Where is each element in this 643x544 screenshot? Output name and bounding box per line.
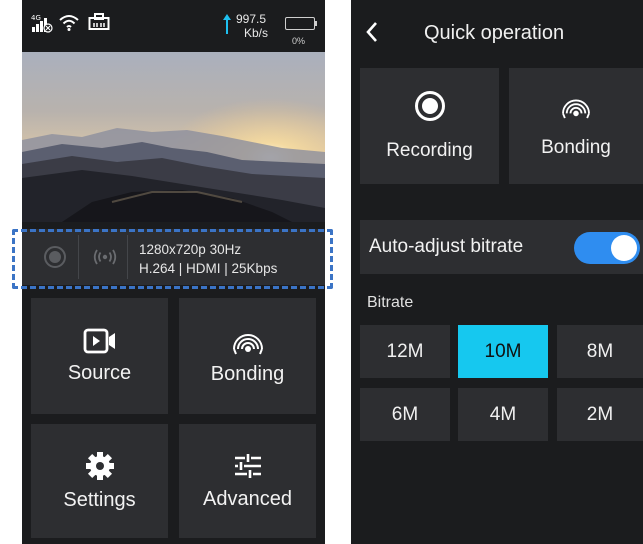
bitrate-option-8m[interactable]: 8M bbox=[557, 325, 643, 378]
recording-button[interactable]: Recording bbox=[360, 68, 499, 184]
source-button[interactable]: Source bbox=[31, 298, 168, 414]
bitrate-option-10m[interactable]: 10M bbox=[458, 325, 548, 378]
bitrate-option-12m[interactable]: 12M bbox=[360, 325, 450, 378]
auto-adjust-label: Auto-adjust bitrate bbox=[369, 236, 524, 257]
bonding-label: Bonding bbox=[541, 137, 611, 158]
upload-rate: 997.5 Kb/s bbox=[236, 12, 268, 40]
advanced-label: Advanced bbox=[203, 487, 292, 510]
toggle-knob bbox=[611, 235, 637, 261]
settings-label: Settings bbox=[63, 488, 136, 511]
quick-operation-screen: Quick operation Recording Bonding Auto-a… bbox=[351, 0, 643, 544]
sliders-icon bbox=[234, 453, 261, 478]
video-preview bbox=[22, 52, 325, 222]
bitrate-option-4m[interactable]: 4M bbox=[458, 388, 548, 441]
video-camera-icon bbox=[83, 328, 115, 353]
cellular-4g-icon: 4G bbox=[31, 12, 53, 39]
bonding-signal-icon bbox=[562, 99, 590, 119]
bonding-button[interactable]: Bonding bbox=[509, 68, 643, 184]
upload-rate-unit: Kb/s bbox=[244, 26, 269, 40]
auto-adjust-row: Auto-adjust bitrate bbox=[360, 220, 643, 274]
recording-label: Recording bbox=[386, 140, 473, 161]
wifi-icon bbox=[58, 12, 80, 37]
network-badge-text: 4G bbox=[31, 14, 41, 22]
highlight-box bbox=[12, 229, 333, 289]
bitrate-option-2m[interactable]: 2M bbox=[557, 388, 643, 441]
battery-icon bbox=[285, 17, 315, 30]
advanced-button[interactable]: Advanced bbox=[179, 424, 316, 538]
bitrate-option-6m[interactable]: 6M bbox=[360, 388, 450, 441]
battery-percent: 0% bbox=[292, 36, 306, 46]
record-icon bbox=[414, 91, 445, 121]
header: Quick operation bbox=[351, 0, 643, 66]
bonding-label: Bonding bbox=[210, 362, 285, 385]
bitrate-section-label: Bitrate bbox=[367, 294, 414, 311]
source-label: Source bbox=[67, 361, 132, 384]
status-bar: 4G 997.5 Kb/s 0% bbox=[22, 0, 325, 52]
ethernet-icon bbox=[88, 13, 110, 36]
page-title: Quick operation bbox=[424, 22, 565, 44]
back-button[interactable] bbox=[365, 21, 379, 48]
settings-button[interactable]: Settings bbox=[31, 424, 168, 538]
auto-adjust-toggle[interactable] bbox=[574, 232, 640, 264]
upload-arrow-icon bbox=[222, 13, 232, 40]
bonding-button[interactable]: Bonding bbox=[179, 298, 316, 414]
chevron-left-icon bbox=[366, 22, 377, 42]
bonding-signal-icon bbox=[232, 333, 263, 354]
gear-icon bbox=[85, 451, 114, 480]
battery-tip bbox=[315, 21, 317, 26]
landscape-preview-image bbox=[22, 52, 325, 222]
upload-rate-value: 997.5 bbox=[236, 12, 267, 26]
